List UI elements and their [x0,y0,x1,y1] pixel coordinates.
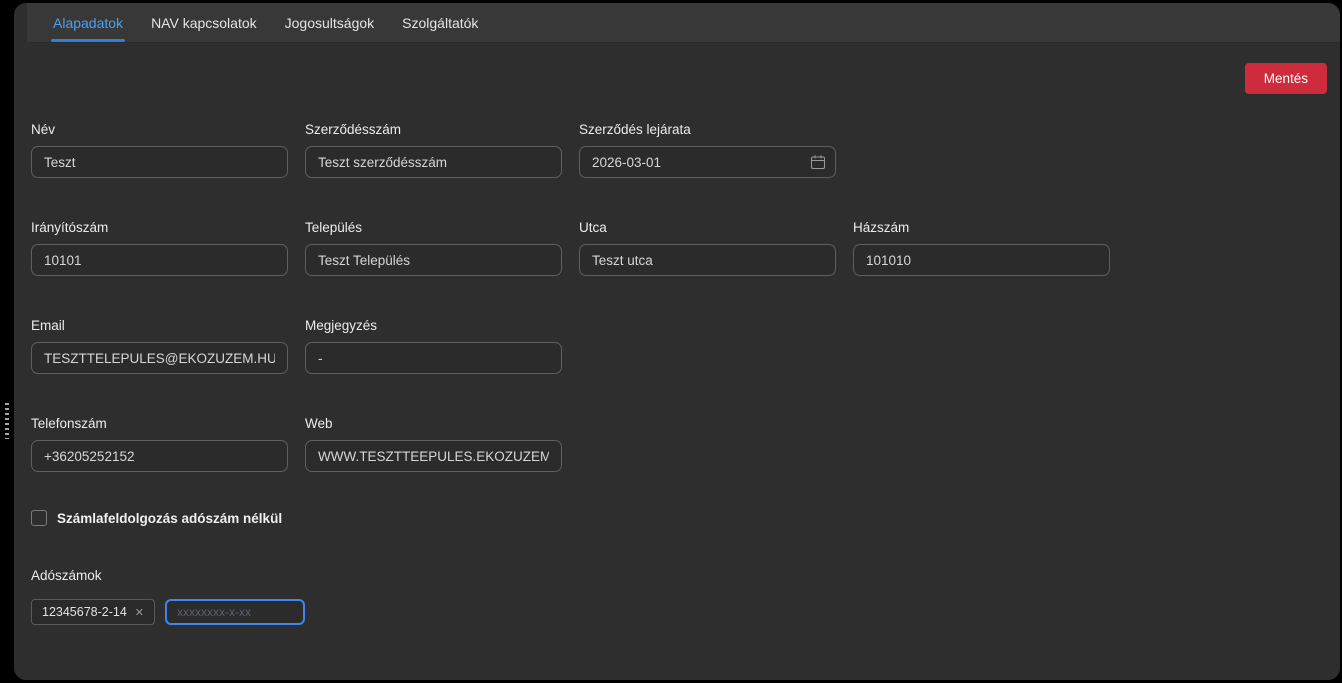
field-szerzodes-lejarata: Szerződés lejárata [579,122,836,178]
field-szerzodesszam: Szerződésszám [305,122,562,178]
field-hazszam: Házszám [853,220,1110,276]
field-telefonszam: Telefonszám [31,416,288,472]
web-label: Web [305,416,562,431]
iranyitoszam-label: Irányítószám [31,220,288,235]
field-megjegyzes: Megjegyzés [305,318,562,374]
email-label: Email [31,318,288,333]
szerzodesszam-input[interactable] [305,146,562,178]
web-input[interactable] [305,440,562,472]
hazszam-label: Házszám [853,220,1110,235]
tab-nav-kapcsolatok[interactable]: NAV kapcsolatok [137,3,271,42]
field-utca: Utca [579,220,836,276]
szerzodes-lejarata-input[interactable] [579,146,836,178]
tax-numbers-label: Adószámok [31,568,1327,583]
new-tax-number-input[interactable] [165,599,305,625]
tab-label: Jogosultságok [285,15,375,31]
checkbox-icon[interactable] [31,510,47,526]
app-window: Alapadatok NAV kapcsolatok Jogosultságok… [14,3,1340,680]
telefonszam-label: Telefonszám [31,416,288,431]
field-web: Web [305,416,562,472]
tax-number-chip: 12345678-2-14 ✕ [31,599,155,625]
remove-chip-icon[interactable]: ✕ [135,606,144,619]
field-iranyitoszam: Irányítószám [31,220,288,276]
tab-label: NAV kapcsolatok [151,15,257,31]
tab-jogosultsagok[interactable]: Jogosultságok [271,3,389,42]
email-input[interactable] [31,342,288,374]
telepules-input[interactable] [305,244,562,276]
panel-resize-handle[interactable] [5,403,9,439]
tab-bar: Alapadatok NAV kapcsolatok Jogosultságok… [27,3,1340,43]
szerzodesszam-label: Szerződésszám [305,122,562,137]
telefonszam-input[interactable] [31,440,288,472]
utca-label: Utca [579,220,836,235]
tab-alapadatok[interactable]: Alapadatok [39,3,137,42]
field-nev: Név [31,122,288,178]
megjegyzes-label: Megjegyzés [305,318,562,333]
megjegyzes-input[interactable] [305,342,562,374]
utca-input[interactable] [579,244,836,276]
toolbar: Mentés [31,63,1327,94]
form-row-1: Név Szerződésszám Szerződés lejárata [31,122,1327,178]
tab-label: Alapadatok [53,15,123,31]
no-taxnumber-checkbox-row[interactable]: Számlafeldolgozás adószám nélkül [31,510,1327,526]
tax-numbers-section: Adószámok 12345678-2-14 ✕ [31,568,1327,625]
main-content: Mentés Név Szerződésszám Szerződés lejár… [27,63,1340,625]
field-email: Email [31,318,288,374]
tab-label: Szolgáltatók [402,15,478,31]
iranyitoszam-input[interactable] [31,244,288,276]
chip-value: 12345678-2-14 [42,605,127,619]
calendar-icon[interactable] [810,154,826,170]
save-button[interactable]: Mentés [1245,63,1327,94]
form-row-3: Email Megjegyzés [31,318,1327,374]
nev-input[interactable] [31,146,288,178]
szerzodes-lejarata-label: Szerződés lejárata [579,122,836,137]
date-input-wrap [579,146,836,178]
hazszam-input[interactable] [853,244,1110,276]
nev-label: Név [31,122,288,137]
checkbox-label: Számlafeldolgozás adószám nélkül [57,511,282,526]
tax-numbers-row: 12345678-2-14 ✕ [31,599,1327,625]
telepules-label: Település [305,220,562,235]
field-telepules: Település [305,220,562,276]
tab-szolgaltatok[interactable]: Szolgáltatók [388,3,492,42]
form-row-2: Irányítószám Település Utca Házszám [31,220,1327,276]
form-row-4: Telefonszám Web [31,416,1327,472]
